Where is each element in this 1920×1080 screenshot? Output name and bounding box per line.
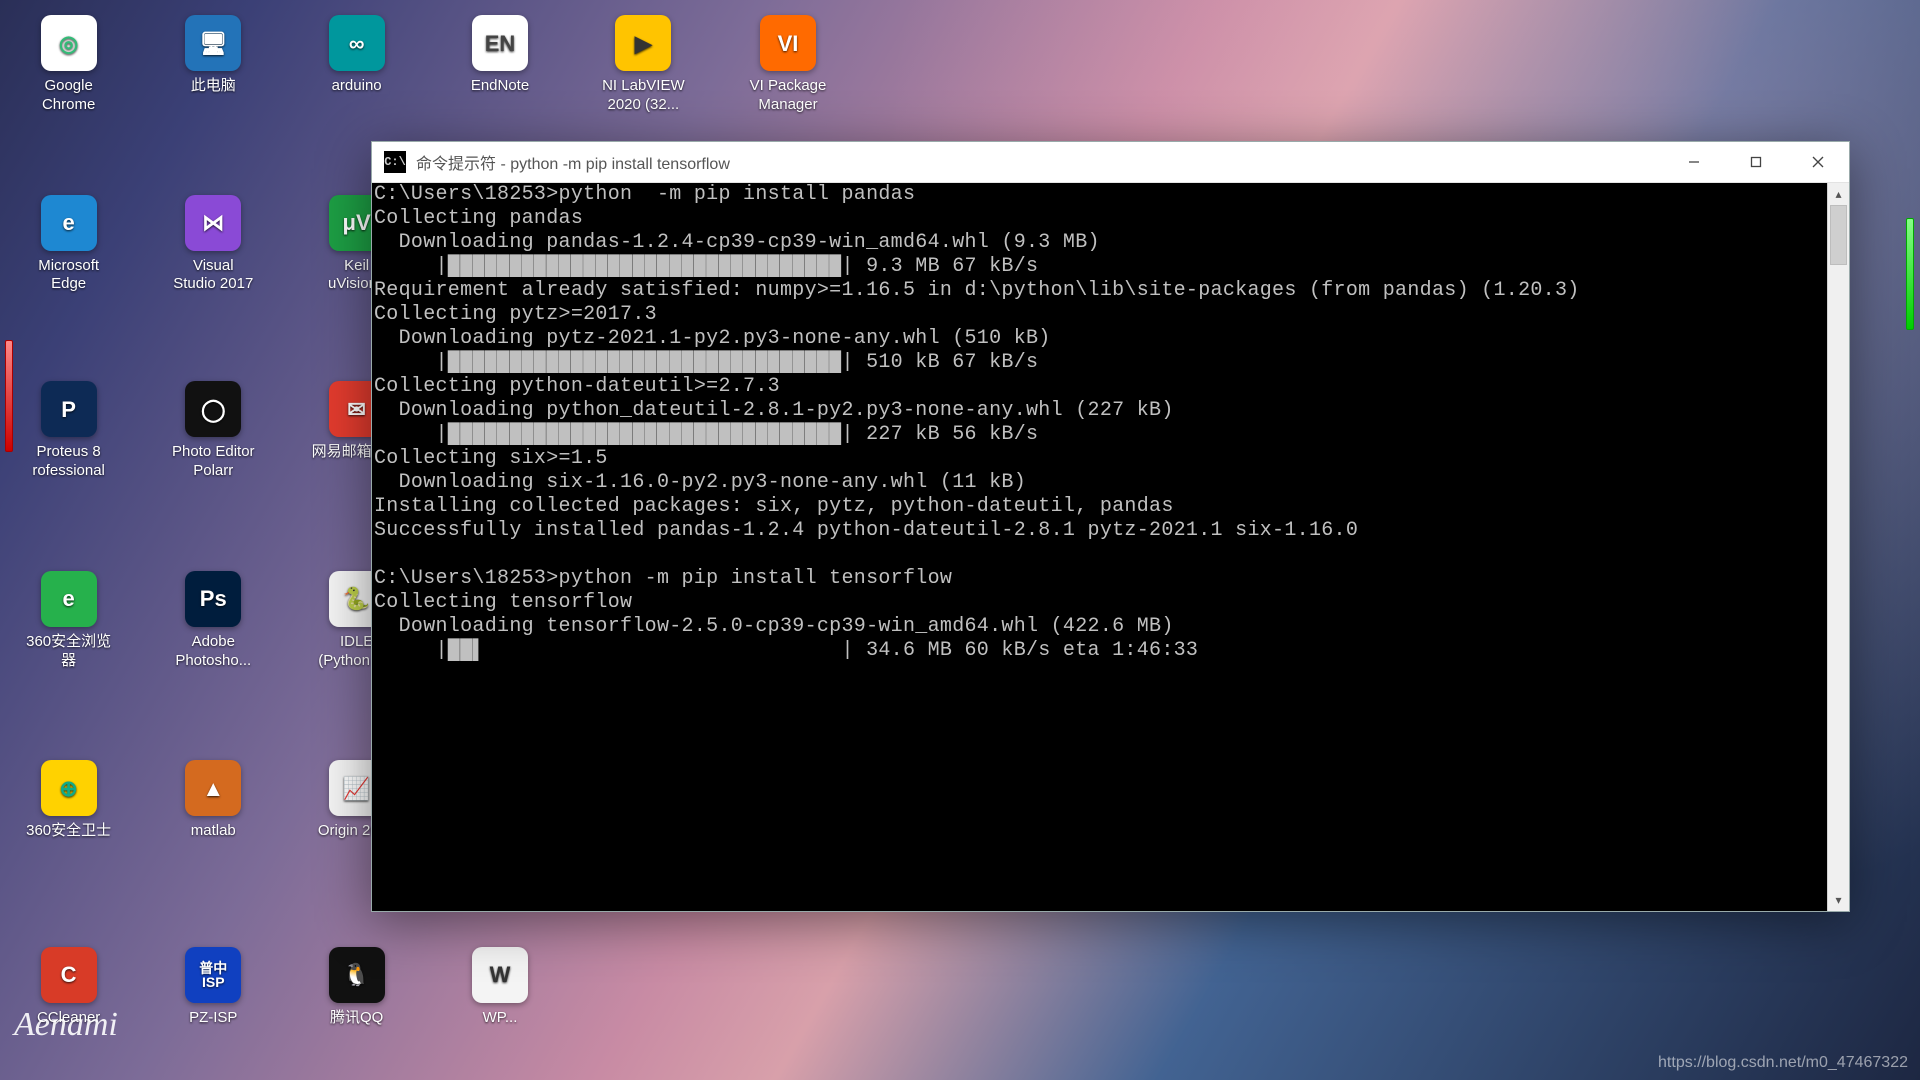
app-icon: Ps bbox=[185, 571, 241, 627]
icon-label: EndNote bbox=[448, 77, 552, 96]
window-titlebar[interactable]: C:\ 命令提示符 - python -m pip install tensor… bbox=[372, 142, 1849, 183]
maximize-button[interactable] bbox=[1725, 142, 1787, 183]
icon-label: Google Chrome bbox=[17, 77, 121, 115]
icon-label: PZ-ISP bbox=[161, 1009, 265, 1028]
desktop-icon[interactable]: ◯ Photo Editor Polarr bbox=[161, 381, 265, 481]
window-title: 命令提示符 - python -m pip install tensorflow bbox=[416, 150, 1663, 174]
scroll-down-button[interactable]: ▾ bbox=[1828, 889, 1849, 911]
desktop-icon[interactable]: ∞ arduino bbox=[305, 15, 409, 96]
app-icon: ⋈ bbox=[185, 195, 241, 251]
wallpaper-signature: Aenami bbox=[14, 1006, 118, 1044]
watermark: https://blog.csdn.net/m0_47467322 bbox=[1658, 1054, 1908, 1072]
app-icon: VI bbox=[760, 15, 816, 71]
app-icon: C bbox=[41, 947, 97, 1003]
left-edge-meter bbox=[5, 340, 13, 452]
icon-label: matlab bbox=[161, 822, 265, 841]
minimize-icon bbox=[1688, 156, 1700, 168]
icon-label: Microsoft Edge bbox=[17, 257, 121, 295]
app-icon: ∞ bbox=[329, 15, 385, 71]
app-icon: ▶ bbox=[615, 15, 671, 71]
close-button[interactable] bbox=[1787, 142, 1849, 183]
icon-label: 360安全浏览 器 bbox=[17, 633, 121, 671]
scrollbar-thumb[interactable] bbox=[1830, 205, 1847, 265]
icon-label: Proteus 8 rofessional bbox=[17, 443, 121, 481]
icon-label: Adobe Photosho... bbox=[161, 633, 265, 671]
app-icon: ◎ bbox=[41, 15, 97, 71]
app-icon: EN bbox=[472, 15, 528, 71]
desktop-icon[interactable]: ⋈ Visual Studio 2017 bbox=[161, 195, 265, 295]
app-icon: W bbox=[472, 947, 528, 1003]
desktop-icon[interactable]: 普中 ISP PZ-ISP bbox=[161, 947, 265, 1028]
desktop-icon[interactable]: e 360安全浏览 器 bbox=[17, 571, 121, 671]
desktop-icon[interactable]: 🐧 腾讯QQ bbox=[305, 947, 409, 1028]
titlebar-app-icon: C:\ bbox=[384, 151, 406, 173]
terminal-area: C:\Users\18253>python -m pip install pan… bbox=[372, 183, 1849, 911]
scroll-up-button[interactable]: ▴ bbox=[1828, 183, 1849, 205]
desktop-icon[interactable]: VI VI Package Manager bbox=[736, 15, 840, 115]
scrollbar-track[interactable] bbox=[1828, 205, 1849, 889]
desktop-icon[interactable]: ▲ matlab bbox=[161, 760, 265, 841]
close-icon bbox=[1812, 156, 1824, 168]
icon-label: Photo Editor Polarr bbox=[161, 443, 265, 481]
app-icon: e bbox=[41, 571, 97, 627]
icon-label: arduino bbox=[305, 77, 409, 96]
desktop-icon[interactable]: e Microsoft Edge bbox=[17, 195, 121, 295]
minimize-button[interactable] bbox=[1663, 142, 1725, 183]
icon-label: 此电脑 bbox=[161, 77, 265, 96]
app-icon: ▲ bbox=[185, 760, 241, 816]
app-icon: 🖥 bbox=[185, 15, 241, 71]
icon-label: Visual Studio 2017 bbox=[161, 257, 265, 295]
right-edge-meter bbox=[1906, 218, 1914, 330]
vertical-scrollbar[interactable]: ▴ ▾ bbox=[1827, 183, 1849, 911]
desktop-icon[interactable]: ◎ Google Chrome bbox=[17, 15, 121, 115]
icon-label: 腾讯QQ bbox=[305, 1009, 409, 1028]
desktop-icon[interactable]: ⊕ 360安全卫士 bbox=[17, 760, 121, 841]
terminal-output[interactable]: C:\Users\18253>python -m pip install pan… bbox=[372, 183, 1827, 911]
app-icon: P bbox=[41, 381, 97, 437]
desktop-icon[interactable]: Ps Adobe Photosho... bbox=[161, 571, 265, 671]
app-icon: ⊕ bbox=[41, 760, 97, 816]
desktop-icon[interactable]: EN EndNote bbox=[448, 15, 552, 96]
icon-label: WP... bbox=[448, 1009, 552, 1028]
desktop[interactable]: ◎ Google Chrome 🖥 此电脑 ∞ arduino EN EndNote ▶ NI L… bbox=[0, 0, 1920, 1080]
icon-label: VI Package Manager bbox=[736, 77, 840, 115]
command-prompt-window[interactable]: C:\ 命令提示符 - python -m pip install tensor… bbox=[371, 141, 1850, 912]
app-icon: ◯ bbox=[185, 381, 241, 437]
app-icon: 🐧 bbox=[329, 947, 385, 1003]
desktop-icon[interactable]: P Proteus 8 rofessional bbox=[17, 381, 121, 481]
desktop-icon[interactable]: ▶ NI LabVIEW 2020 (32... bbox=[591, 15, 695, 115]
desktop-icon[interactable]: 🖥 此电脑 bbox=[161, 15, 265, 96]
maximize-icon bbox=[1750, 156, 1762, 168]
icon-label: 360安全卫士 bbox=[17, 822, 121, 841]
desktop-icon[interactable]: W WP... bbox=[448, 947, 552, 1028]
icon-label: NI LabVIEW 2020 (32... bbox=[591, 77, 695, 115]
app-icon: e bbox=[41, 195, 97, 251]
app-icon: 普中 ISP bbox=[185, 947, 241, 1003]
